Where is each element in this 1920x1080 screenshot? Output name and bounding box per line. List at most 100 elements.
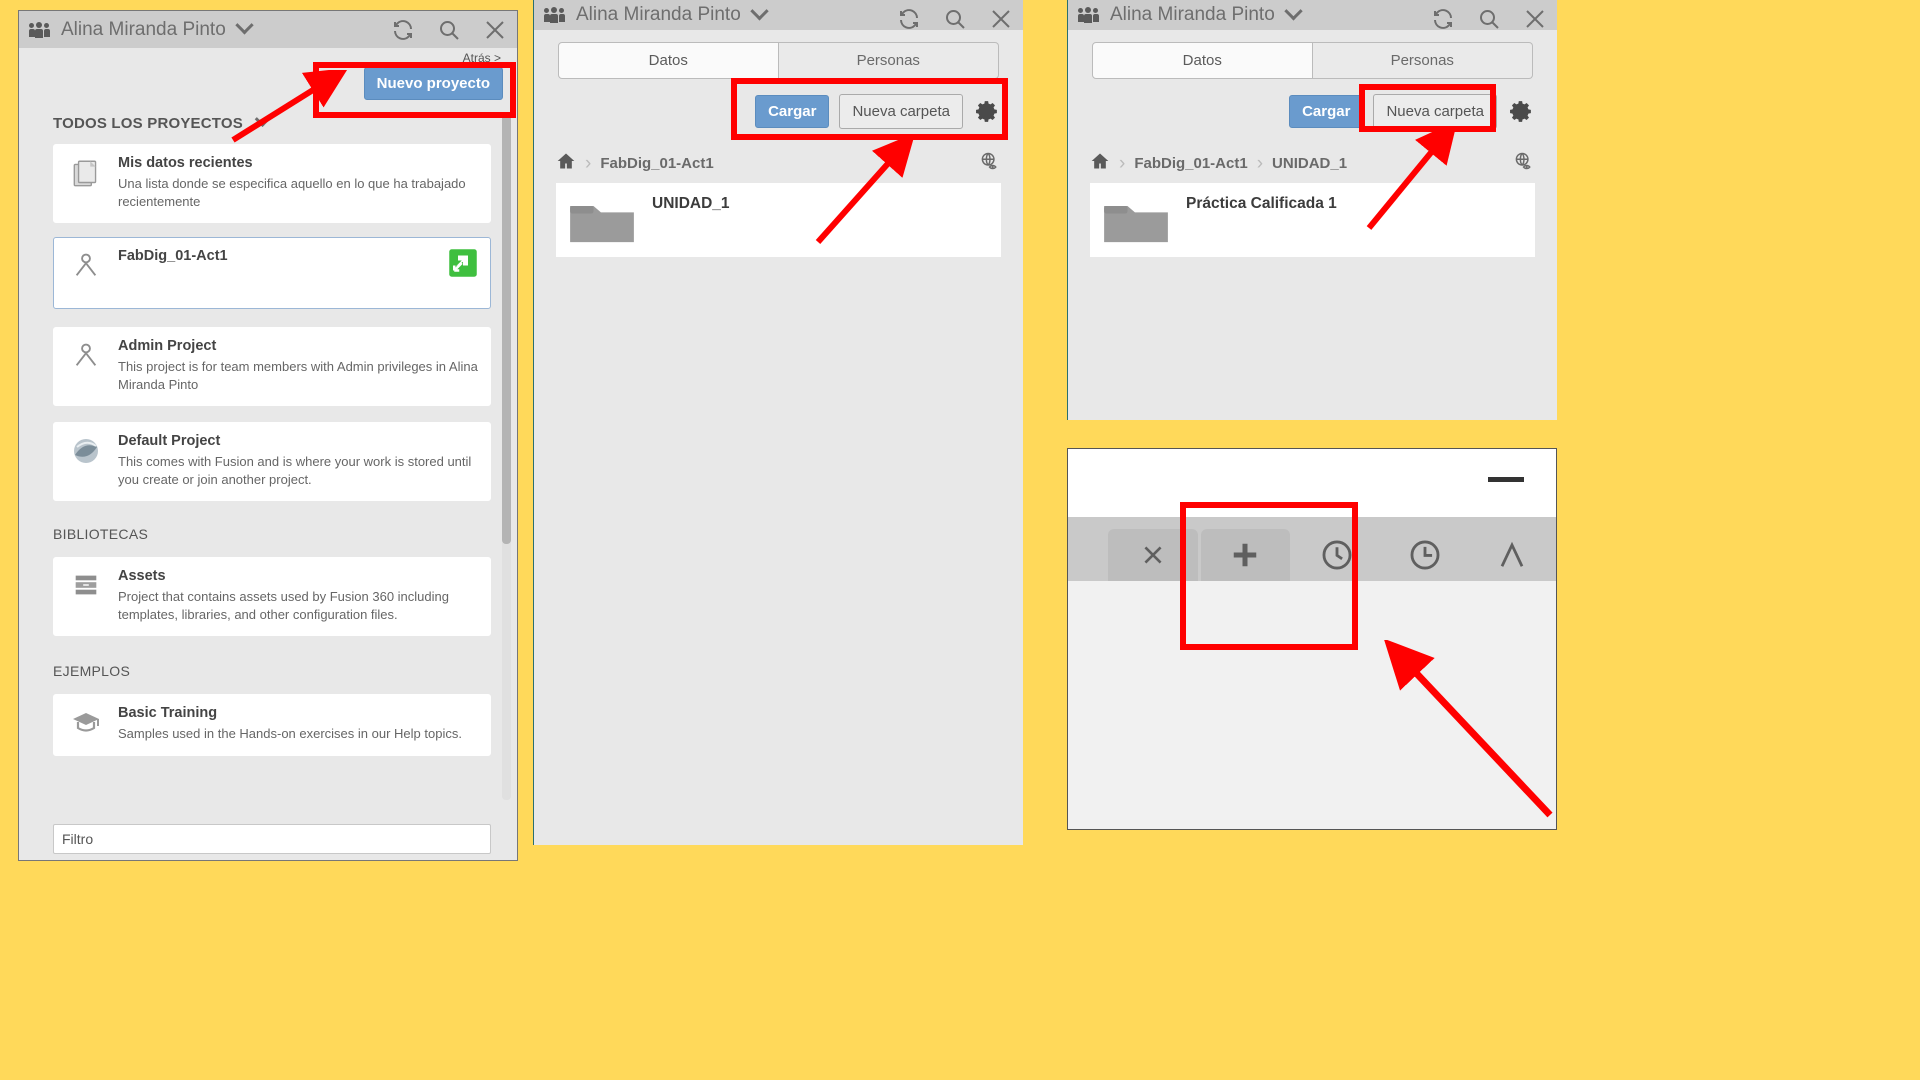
project-card-recent[interactable]: Mis datos recientes Una lista donde se e… bbox=[53, 144, 491, 224]
chevron-down-icon[interactable] bbox=[750, 1, 769, 20]
new-tab-button[interactable] bbox=[1200, 529, 1291, 581]
tab-datos[interactable]: Datos bbox=[558, 42, 779, 79]
project-desc: This project is for team members with Ad… bbox=[118, 359, 478, 392]
green-arrow-badge[interactable] bbox=[448, 248, 478, 296]
search-icon[interactable] bbox=[943, 7, 967, 31]
breadcrumb-separator: › bbox=[585, 152, 592, 174]
example-card-basic-training[interactable]: Basic Training Samples used in the Hands… bbox=[53, 694, 491, 756]
right-panel-toolbar: Cargar Nueva carpeta bbox=[1068, 79, 1557, 143]
middle-breadcrumb: › FabDig_01-Act1 bbox=[534, 143, 1023, 183]
section-ejemplos: EJEMPLOS bbox=[19, 654, 517, 688]
section-bibliotecas: BIBLIOTECAS bbox=[19, 517, 517, 551]
globe-eye-icon[interactable] bbox=[1513, 151, 1537, 175]
tab-datos[interactable]: Datos bbox=[1092, 42, 1313, 79]
file-name: Práctica Calificada 1 bbox=[1186, 195, 1337, 212]
search-icon[interactable] bbox=[437, 18, 461, 42]
upload-button[interactable]: Cargar bbox=[1289, 94, 1364, 128]
project-card-fabdig[interactable]: FabDig_01-Act1 bbox=[53, 237, 491, 310]
app-window-titlebar bbox=[1068, 449, 1556, 517]
library-drawer-icon bbox=[66, 568, 106, 623]
library-title: Assets bbox=[118, 568, 166, 585]
breadcrumb-separator: › bbox=[1119, 152, 1126, 174]
section-all-projects-label: TODOS LOS PROYECTOS bbox=[53, 114, 243, 132]
screenshot-root: Alina Miranda Pinto Atrás > Nuevo proyec… bbox=[0, 0, 1920, 1080]
team-icon bbox=[28, 21, 51, 38]
chevron-down-icon[interactable] bbox=[1284, 1, 1303, 20]
globe-eye-icon[interactable] bbox=[979, 151, 1003, 175]
app-tabstrip bbox=[1068, 517, 1556, 581]
right-panel-titlebar: Alina Miranda Pinto bbox=[1068, 0, 1557, 30]
file-row[interactable]: UNIDAD_1 bbox=[556, 183, 1001, 257]
refresh-icon[interactable] bbox=[391, 18, 415, 42]
chevron-down-icon[interactable] bbox=[235, 16, 254, 35]
project-desc: Una lista donde se especifica aquello en… bbox=[118, 176, 466, 209]
left-panel-scrollbar[interactable] bbox=[502, 114, 511, 800]
project-title: Mis datos recientes bbox=[118, 155, 253, 171]
middle-panel-title: Alina Miranda Pinto bbox=[576, 4, 741, 25]
scrollbar-thumb[interactable] bbox=[502, 114, 511, 544]
breadcrumb-item-0[interactable]: FabDig_01-Act1 bbox=[600, 155, 713, 172]
folder-icon bbox=[556, 183, 648, 249]
team-icon bbox=[543, 7, 566, 23]
right-panel-title: Alina Miranda Pinto bbox=[1110, 4, 1275, 25]
gear-icon[interactable] bbox=[1507, 97, 1535, 125]
search-icon[interactable] bbox=[1477, 7, 1501, 31]
library-desc: Project that contains assets used by Fus… bbox=[118, 589, 449, 622]
project-title: Admin Project bbox=[118, 338, 217, 355]
right-panel-body: Datos Personas Cargar Nueva carpeta › Fa… bbox=[1068, 30, 1557, 413]
section-ejemplos-label: EJEMPLOS bbox=[53, 663, 131, 680]
project-person-icon bbox=[66, 338, 106, 393]
refresh-icon[interactable] bbox=[897, 7, 921, 31]
documents-icon bbox=[66, 155, 106, 210]
clock-icon[interactable] bbox=[1381, 529, 1469, 581]
close-icon[interactable] bbox=[989, 7, 1013, 31]
breadcrumb-item-1[interactable]: UNIDAD_1 bbox=[1272, 155, 1347, 172]
example-title: Basic Training bbox=[118, 705, 218, 722]
project-title: FabDig_01-Act1 bbox=[118, 248, 228, 265]
gear-icon[interactable] bbox=[973, 97, 1001, 125]
new-folder-button[interactable]: Nueva carpeta bbox=[1373, 93, 1497, 129]
example-card-body: Basic Training Samples used in the Hands… bbox=[118, 705, 478, 743]
section-all-projects[interactable]: TODOS LOS PROYECTOS bbox=[19, 108, 517, 138]
middle-panel-titlebar: Alina Miranda Pinto bbox=[534, 0, 1023, 30]
left-panel-toolbar: Atrás > Nuevo proyecto bbox=[19, 48, 517, 108]
library-card-assets[interactable]: Assets Project that contains assets used… bbox=[53, 557, 491, 637]
left-panel-title: Alina Miranda Pinto bbox=[61, 18, 226, 40]
history-clock-icon[interactable] bbox=[1293, 529, 1381, 581]
refresh-icon[interactable] bbox=[1431, 7, 1455, 31]
project-desc: This comes with Fusion and is where your… bbox=[118, 454, 472, 487]
close-icon[interactable] bbox=[1523, 7, 1547, 31]
minimize-icon[interactable] bbox=[1488, 477, 1524, 482]
fusion-sphere-icon bbox=[66, 433, 106, 488]
chevron-down-icon[interactable] bbox=[254, 110, 271, 127]
project-card-body: Admin Project This project is for team m… bbox=[118, 338, 478, 393]
new-folder-button[interactable]: Nueva carpeta bbox=[839, 93, 963, 129]
new-project-button[interactable]: Nuevo proyecto bbox=[363, 67, 503, 100]
close-icon[interactable] bbox=[483, 18, 507, 42]
breadcrumb-item-0[interactable]: FabDig_01-Act1 bbox=[1134, 155, 1247, 172]
library-card-body: Assets Project that contains assets used… bbox=[118, 568, 478, 623]
right-panel: Alina Miranda Pinto Datos Personas Carga… bbox=[1067, 0, 1557, 420]
file-row[interactable]: Práctica Calificada 1 bbox=[1090, 183, 1535, 257]
back-link[interactable]: Atrás > bbox=[463, 51, 501, 65]
left-titlebar-actions bbox=[391, 11, 507, 48]
project-title: Default Project bbox=[118, 433, 221, 450]
filter-input[interactable]: Filtro bbox=[53, 824, 491, 854]
person-a-icon[interactable] bbox=[1468, 529, 1556, 581]
middle-panel-tabs: Datos Personas bbox=[534, 30, 1023, 79]
project-card-default[interactable]: Default Project This comes with Fusion a… bbox=[53, 422, 491, 502]
section-bibliotecas-label: BIBLIOTECAS bbox=[53, 526, 149, 543]
upload-button[interactable]: Cargar bbox=[755, 94, 830, 128]
home-icon[interactable] bbox=[1090, 151, 1110, 175]
graduation-cap-icon bbox=[66, 705, 106, 743]
home-icon[interactable] bbox=[556, 151, 576, 175]
project-card-admin[interactable]: Admin Project This project is for team m… bbox=[53, 327, 491, 407]
tab-personas[interactable]: Personas bbox=[1312, 42, 1533, 79]
app-canvas bbox=[1068, 581, 1556, 829]
close-tab-button[interactable] bbox=[1108, 529, 1198, 581]
example-desc: Samples used in the Hands-on exercises i… bbox=[118, 726, 462, 742]
tab-personas[interactable]: Personas bbox=[778, 42, 999, 79]
middle-panel-body: Datos Personas Cargar Nueva carpeta › Fa… bbox=[534, 30, 1023, 838]
left-panel-body: Atrás > Nuevo proyecto TODOS LOS PROYECT… bbox=[19, 48, 517, 860]
project-person-icon bbox=[66, 248, 106, 296]
